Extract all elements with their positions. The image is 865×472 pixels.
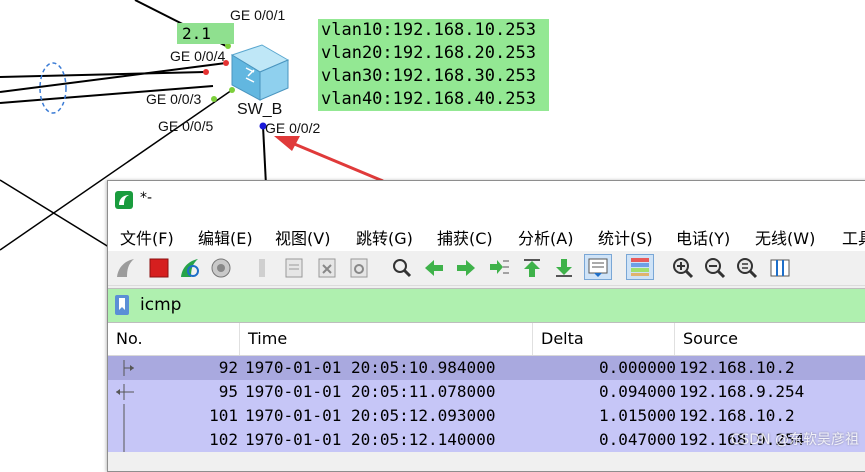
packet-source: 192.168.9.254: [679, 382, 805, 401]
packet-no: 102: [209, 430, 238, 449]
packet-time: 1970-01-01 20:05:11.078000: [245, 382, 496, 401]
switch-name: SW_B: [237, 101, 283, 118]
vlan-line: vlan40:192.168.40.253: [321, 89, 536, 109]
menu-bar: 文件(F) 编辑(E) 视图(V) 跳转(G) 捕获(C) 分析(A) 统计(S…: [108, 219, 865, 251]
shark-fin-icon[interactable]: [114, 256, 138, 280]
port-dot-ge003: [211, 96, 217, 102]
column-source[interactable]: Source: [675, 323, 865, 355]
last-packet-icon[interactable]: [552, 256, 576, 280]
vlan-line: vlan20:192.168.20.253: [321, 43, 536, 63]
zoom-in-icon[interactable]: [671, 256, 695, 280]
packet-source: 192.168.10.2: [679, 406, 795, 425]
colorize-icon[interactable]: [626, 254, 654, 280]
go-forward-icon[interactable]: [454, 256, 478, 280]
stop-capture-icon[interactable]: [147, 256, 171, 280]
vlan-line: vlan30:192.168.30.253: [321, 66, 536, 86]
menu-wireless[interactable]: 无线(W): [755, 225, 815, 249]
watermark: CSDN @东软吴彦祖: [730, 432, 859, 448]
reload-icon[interactable]: [347, 256, 371, 280]
resize-columns-icon[interactable]: [768, 256, 792, 280]
menu-go[interactable]: 跳转(G): [356, 225, 413, 249]
ip-badge: 2.1: [177, 23, 234, 44]
filter-input[interactable]: icmp: [140, 295, 181, 315]
autoscroll-icon[interactable]: [584, 254, 612, 280]
packet-time: 1970-01-01 20:05:10.984000: [245, 358, 496, 377]
main-toolbar: [108, 251, 865, 286]
title-bar[interactable]: *-: [108, 181, 865, 219]
port-label-ge002: GE 0/0/2: [265, 120, 321, 136]
bookmark-icon[interactable]: [114, 295, 130, 315]
menu-capture[interactable]: 捕获(C): [437, 225, 493, 249]
save-file-icon[interactable]: [282, 256, 306, 280]
packet-delta: 0.000000: [598, 358, 676, 377]
packet-no: 101: [209, 406, 238, 425]
first-packet-icon[interactable]: [520, 256, 544, 280]
find-icon[interactable]: [390, 256, 414, 280]
menu-tools[interactable]: 工具: [842, 225, 865, 249]
link-aggregation-oval: [39, 62, 67, 114]
vlan-info-box: vlan10:192.168.10.253 vlan20:192.168.20.…: [318, 19, 549, 111]
packet-row[interactable]: 95 1970-01-01 20:05:11.078000 0.094000 1…: [108, 380, 865, 404]
close-file-icon[interactable]: [315, 256, 339, 280]
packet-row[interactable]: 101 1970-01-01 20:05:12.093000 1.015000 …: [108, 404, 865, 428]
switch-icon: [230, 44, 290, 101]
packet-delta: 0.094000: [598, 382, 676, 401]
packet-list-header: No. Time Delta Source: [108, 323, 865, 356]
menu-analyze[interactable]: 分析(A): [518, 225, 573, 249]
packet-delta: 1.015000: [598, 406, 676, 425]
window-title: *-: [140, 190, 153, 206]
restart-capture-icon[interactable]: [178, 256, 202, 280]
packet-no: 92: [218, 358, 238, 377]
port-label-ge001: GE 0/0/1: [230, 7, 286, 23]
packet-delta: 0.047000: [598, 430, 676, 449]
go-back-icon[interactable]: [422, 256, 446, 280]
display-filter-bar[interactable]: icmp: [108, 288, 865, 323]
packet-no: 95: [218, 382, 238, 401]
port-dot-ge004: [203, 69, 209, 75]
menu-file[interactable]: 文件(F): [120, 225, 174, 249]
open-file-icon[interactable]: [250, 256, 274, 280]
menu-statistics[interactable]: 统计(S): [598, 225, 653, 249]
column-no[interactable]: No.: [108, 323, 240, 355]
column-delta[interactable]: Delta: [533, 323, 675, 355]
packet-time: 1970-01-01 20:05:12.093000: [245, 406, 496, 425]
menu-view[interactable]: 视图(V): [275, 225, 330, 249]
port-dot-ge005: [229, 87, 235, 93]
vlan-line: vlan10:192.168.10.253: [321, 20, 536, 40]
packet-source: 192.168.10.2: [679, 358, 795, 377]
normal-size-icon[interactable]: [735, 256, 759, 280]
go-to-packet-icon[interactable]: [487, 256, 511, 280]
menu-telephony[interactable]: 电话(Y): [676, 225, 730, 249]
menu-edit[interactable]: 编辑(E): [198, 225, 253, 249]
packet-row[interactable]: 92 1970-01-01 20:05:10.984000 0.000000 1…: [108, 356, 865, 380]
wireshark-logo-icon: [115, 191, 133, 209]
packet-time: 1970-01-01 20:05:12.140000: [245, 430, 496, 449]
column-time[interactable]: Time: [240, 323, 533, 355]
port-label-ge004: GE 0/0/4: [170, 48, 226, 64]
capture-options-icon[interactable]: [209, 256, 233, 280]
port-label-ge003: GE 0/0/3: [146, 91, 202, 107]
red-arrow-icon: [274, 136, 384, 183]
port-label-ge005: GE 0/0/5: [158, 118, 214, 134]
link-ge004-a: [0, 71, 206, 78]
zoom-out-icon[interactable]: [703, 256, 727, 280]
